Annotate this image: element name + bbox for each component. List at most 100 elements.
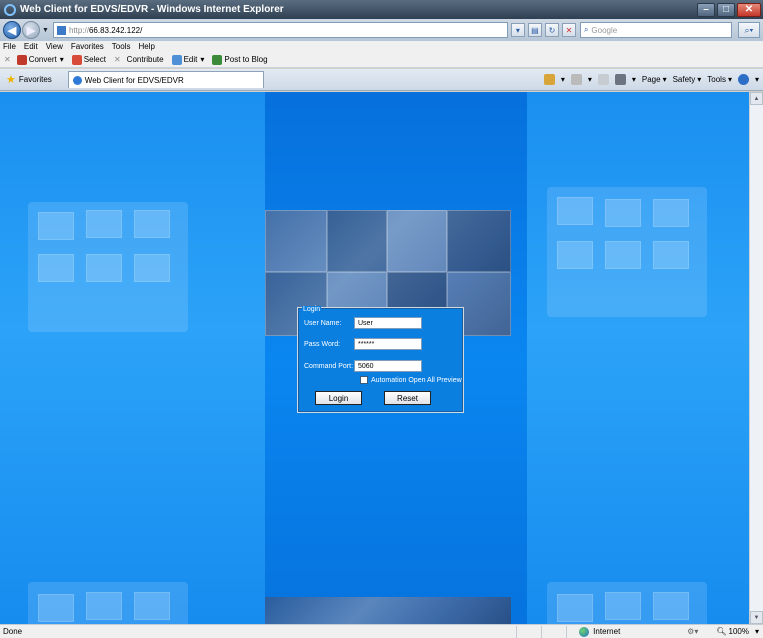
reset-button[interactable]: Reset [384, 391, 431, 405]
scroll-up-icon[interactable]: ▲ [750, 92, 763, 105]
minimize-button[interactable]: – [697, 2, 715, 17]
zoom-control[interactable]: 🔍︎ 100% ▾ [716, 627, 763, 636]
login-button[interactable]: Login [315, 391, 362, 405]
search-placeholder: Google [591, 25, 618, 35]
post-to-blog-button[interactable]: Post to Blog [212, 54, 268, 65]
status-text: Done [3, 627, 23, 636]
address-input[interactable]: http:// 66.83.242.122/ [52, 22, 508, 38]
port-input[interactable]: 5060 [354, 360, 422, 372]
protected-mode-icon[interactable]: ⚙▾ [687, 627, 698, 636]
home-icon[interactable] [543, 74, 555, 85]
edit-dropdown-icon[interactable]: ▾ [200, 55, 204, 64]
mail-icon[interactable] [597, 74, 609, 85]
page-content: Login User Name: User Pass Word: ****** … [0, 92, 749, 624]
search-input[interactable]: ⌕ Google [579, 22, 732, 38]
zoom-dropdown-icon[interactable]: ▾ [755, 627, 759, 636]
contribute-label: Contribute [126, 55, 164, 64]
tab-ie-icon [72, 75, 82, 85]
password-input[interactable]: ****** [354, 338, 422, 350]
stop-icon[interactable]: ✕ [561, 23, 576, 37]
convert-dropdown-icon[interactable]: ▾ [60, 55, 64, 64]
print-dropdown-icon[interactable]: ▾ [632, 75, 636, 84]
menu-edit[interactable]: Edit [24, 42, 38, 51]
close-contribute-icon[interactable]: ✕ [114, 55, 121, 64]
vertical-scrollbar[interactable]: ▲ ▼ [749, 92, 763, 624]
port-label: Command Port: [304, 362, 354, 370]
recent-pages-dropdown-icon[interactable]: ▼ [42, 27, 49, 34]
search-go-button[interactable]: ⌕▾ [737, 22, 760, 38]
zoom-level: 100% [728, 627, 749, 636]
command-bar: ▾ ▾ ▾ Page ▾ Safety ▾ Tools ▾ ▾ [538, 74, 763, 85]
select-label: Select [83, 55, 106, 64]
background-panel-right [527, 92, 749, 624]
menu-bar: File Edit View Favorites Tools Help [0, 41, 763, 52]
login-legend: Login [302, 306, 322, 313]
maximize-button[interactable]: □ [717, 2, 735, 17]
page-icon [56, 25, 66, 35]
status-bar: Done Internet ⚙▾ 🔍︎ 100% ▾ [0, 624, 763, 638]
edit-label: Edit [183, 55, 198, 64]
convert-label: Convert [28, 55, 57, 64]
edit-icon [171, 54, 182, 65]
status-divider [516, 625, 518, 638]
menu-tools[interactable]: Tools [112, 42, 131, 51]
url-protocol: http:// [68, 25, 89, 35]
home-dropdown-icon[interactable]: ▾ [561, 75, 565, 84]
security-zone-label: Internet [593, 627, 621, 636]
status-divider [541, 625, 543, 638]
edit-button[interactable]: Edit ▾ [171, 54, 204, 65]
close-button[interactable]: ✕ [737, 2, 761, 17]
zoom-icon: 🔍︎ [716, 627, 727, 636]
menu-help[interactable]: Help [138, 42, 154, 51]
feeds-icon[interactable] [570, 74, 582, 85]
page-menu[interactable]: Page [642, 75, 661, 84]
port-row: Command Port: 5060 [304, 360, 422, 372]
window-title: Web Client for EDVS/EDVR - Windows Inter… [20, 4, 284, 15]
close-toolbar-icon[interactable]: ✕ [4, 55, 11, 64]
safety-dropdown-icon[interactable]: ▾ [697, 75, 701, 84]
tools-menu[interactable]: Tools [707, 75, 726, 84]
address-dropdown-icon[interactable]: ▾ [510, 23, 525, 37]
username-row: User Name: User [304, 317, 422, 329]
favorites-star-icon[interactable]: ★ [6, 73, 16, 86]
convert-button[interactable]: Convert ▾ [16, 54, 64, 65]
safety-menu[interactable]: Safety [673, 75, 696, 84]
back-button[interactable]: ◀ [3, 21, 21, 39]
monitor-wall-image-right [547, 187, 707, 317]
background-panel-left [0, 92, 265, 624]
tab-active[interactable]: Web Client for EDVS/EDVR [67, 71, 264, 88]
select-button[interactable]: Select [71, 54, 106, 65]
tabs-bar: ★ Favorites Web Client for EDVS/EDVR ▾ ▾… [0, 69, 763, 91]
globe-icon [579, 626, 590, 637]
compatibility-icon[interactable]: ▤ [527, 23, 542, 37]
menu-favorites[interactable]: Favorites [71, 42, 104, 51]
post-to-blog-label: Post to Blog [224, 55, 268, 64]
forward-button[interactable]: ▶ [22, 21, 40, 39]
security-zone[interactable]: Internet [579, 626, 677, 637]
print-icon[interactable] [614, 74, 626, 85]
monitor-wall-image-bottom [28, 582, 188, 624]
auto-preview-option: Automation Open All Preview [360, 376, 462, 384]
internet-explorer-icon [4, 3, 16, 16]
favorites-button[interactable]: Favorites [19, 75, 52, 84]
select-icon [71, 54, 82, 65]
feeds-dropdown-icon[interactable]: ▾ [588, 75, 592, 84]
username-input[interactable]: User [354, 317, 422, 329]
tab-title: Web Client for EDVS/EDVR [84, 75, 184, 85]
auto-preview-checkbox[interactable] [360, 376, 368, 384]
username-label: User Name: [304, 319, 342, 327]
contribute-button[interactable]: Contribute [127, 55, 164, 64]
menu-file[interactable]: File [3, 42, 16, 51]
menu-view[interactable]: View [46, 42, 63, 51]
address-bar: ◀ ▶ ▼ http:// 66.83.242.122/ ▾ ▤ ↻ ✕ ⌕ G… [0, 19, 763, 41]
auto-preview-label: Automation Open All Preview [371, 376, 462, 384]
page-dropdown-icon[interactable]: ▾ [663, 75, 667, 84]
refresh-icon[interactable]: ↻ [544, 23, 559, 37]
password-row: Pass Word: ****** [304, 338, 422, 350]
url-host: 66.83.242.122/ [88, 25, 143, 35]
tools-dropdown-icon[interactable]: ▾ [728, 75, 732, 84]
help-icon[interactable] [737, 74, 749, 85]
help-dropdown-icon[interactable]: ▾ [755, 75, 759, 84]
login-panel: Login User Name: User Pass Word: ****** … [297, 306, 464, 413]
scroll-down-icon[interactable]: ▼ [750, 611, 763, 624]
